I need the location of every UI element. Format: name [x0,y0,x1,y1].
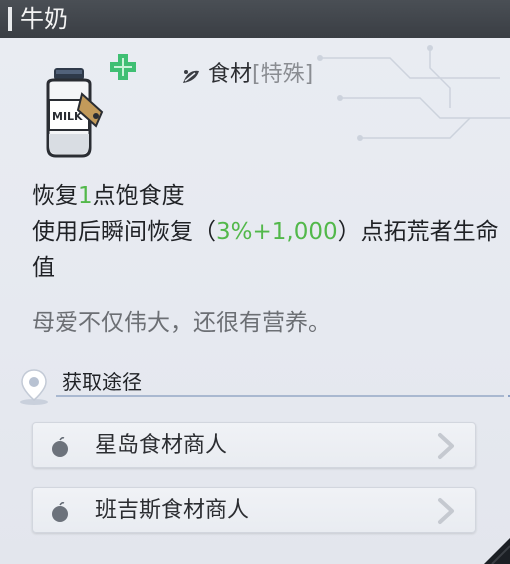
heal-value: 3%+1,000 [216,219,338,245]
item-detail-panel: MILK 食材[特殊] 恢复1点饱食度 使用后瞬间恢复（3%+1,000）点拓荒… [0,38,510,564]
chevron-right-icon [438,498,454,524]
satiety-text-pre: 恢复 [32,183,78,209]
description-line-satiety: 恢复1点饱食度 [32,178,502,214]
green-cross-heal-icon [110,54,136,80]
circuit-pattern-decoration [317,45,510,141]
sources-title: 获取途径 [62,370,142,394]
description-line-heal: 使用后瞬间恢复（3%+1,000）点拓荒者生命值 [32,214,502,286]
food-category-icon [183,70,199,83]
apple-icon [52,502,68,522]
flavor-text: 母爱不仅伟大，还很有营养。 [32,310,331,336]
item-category: 食材[特殊] [208,60,313,90]
sources-section-header: 获取途径 [18,364,510,405]
satiety-value: 1 [78,183,93,209]
sources-divider [56,395,504,397]
source-button-star-island[interactable]: 星岛食材商人 [32,422,476,468]
category-name: 食材 [208,62,253,87]
source-button-banjis[interactable]: 班吉斯食材商人 [32,487,476,533]
apple-icon [52,437,68,457]
location-pin-icon [20,369,48,405]
category-sub: [特殊] [252,62,314,87]
item-title-bar: 牛奶 [0,0,510,38]
source-label: 班吉斯食材商人 [95,498,250,523]
satiety-text-post: 点饱食度 [92,183,185,209]
svg-text:MILK: MILK [52,110,83,123]
heal-text-pre: 使用后瞬间恢复（ [32,219,216,245]
title-accent-bar [8,7,12,31]
corner-decoration [484,538,510,564]
source-label: 星岛食材商人 [95,433,228,458]
item-description: 恢复1点饱食度 使用后瞬间恢复（3%+1,000）点拓荒者生命值 [32,178,502,286]
item-title: 牛奶 [20,5,68,33]
milk-bottle-icon: MILK [46,68,104,158]
chevron-right-icon [438,433,454,459]
